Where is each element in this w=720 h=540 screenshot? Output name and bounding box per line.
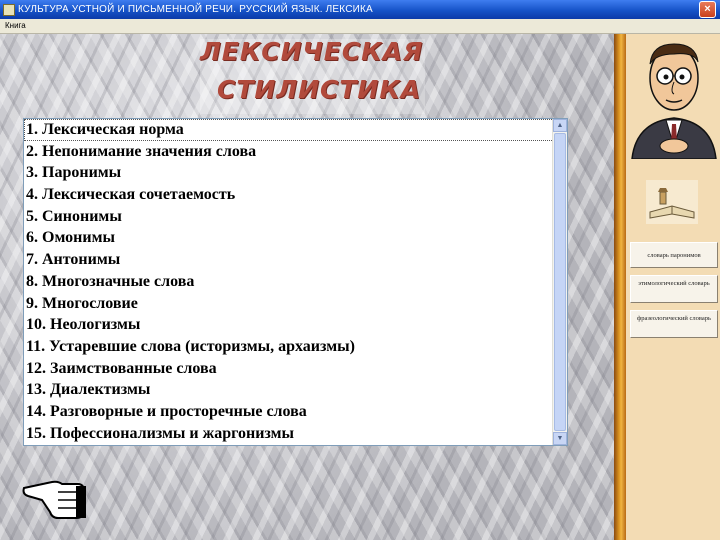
phraseological-dictionary-button[interactable]: фразеологический словарь <box>630 310 718 338</box>
topic-item-7[interactable]: 7. Антонимы <box>24 249 554 271</box>
topic-item-14[interactable]: 14. Разговорные и просторечные слова <box>24 401 554 423</box>
professor-character-icon <box>628 34 720 159</box>
topic-item-12[interactable]: 12. Заимствованные слова <box>24 358 554 380</box>
topic-item-15[interactable]: 15. Пофессионализмы и жаргонизмы <box>24 423 554 445</box>
scroll-thumb[interactable] <box>554 133 566 431</box>
topic-item-13[interactable]: 13. Диалектизмы <box>24 379 554 401</box>
menu-bar: Книга <box>0 19 720 34</box>
sidebar-divider <box>614 34 626 540</box>
topic-item-10[interactable]: 10. Неологизмы <box>24 314 554 336</box>
list-scrollbar[interactable]: ▲ ▼ <box>552 119 567 445</box>
topic-item-6[interactable]: 6. Омонимы <box>24 227 554 249</box>
scroll-up-button[interactable]: ▲ <box>553 119 567 132</box>
topic-item-4[interactable]: 4. Лексическая сочетаемость <box>24 184 554 206</box>
topic-item-11[interactable]: 11. Устаревшие слова (историзмы, архаизм… <box>24 336 554 358</box>
topic-listbox[interactable]: 1. Лексическая норма 2. Непонимание знач… <box>23 118 568 446</box>
menu-item-book[interactable]: Книга <box>5 21 26 30</box>
page-title-line-1: ЛЕКСИЧЕСКАЯ <box>200 37 424 66</box>
topic-item-5[interactable]: 5. Синонимы <box>24 206 554 228</box>
topic-item-9[interactable]: 9. Многословие <box>24 293 554 315</box>
pointing-hand-left-icon[interactable] <box>22 470 88 522</box>
close-button[interactable]: × <box>699 1 716 18</box>
book-dictionary-icon[interactable] <box>646 180 698 224</box>
topic-item-8[interactable]: 8. Многозначные слова <box>24 271 554 293</box>
title-bar: КУЛЬТУРА УСТНОЙ И ПИСЬМЕННОЙ РЕЧИ. РУССК… <box>0 0 720 19</box>
topic-item-2[interactable]: 2. Непонимание значения слова <box>24 141 554 163</box>
topic-item-3[interactable]: 3. Паронимы <box>24 162 554 184</box>
paronyms-dictionary-button[interactable]: словарь паронимов <box>630 242 718 268</box>
window-title: КУЛЬТУРА УСТНОЙ И ПИСЬМЕННОЙ РЕЧИ. РУССК… <box>18 4 373 15</box>
scroll-down-button[interactable]: ▼ <box>553 432 567 445</box>
topic-list: 1. Лексическая норма 2. Непонимание знач… <box>24 119 554 445</box>
app-icon <box>3 3 15 16</box>
main-area: ЛЕКСИЧЕСКАЯ СТИЛИСТИКА 1. Лексическая но… <box>0 34 614 540</box>
page-title-line-2: СТИЛИСТИКА <box>217 75 422 104</box>
topic-item-1[interactable]: 1. Лексическая норма <box>24 119 554 141</box>
etymological-dictionary-button[interactable]: этимологический словарь <box>630 275 718 303</box>
